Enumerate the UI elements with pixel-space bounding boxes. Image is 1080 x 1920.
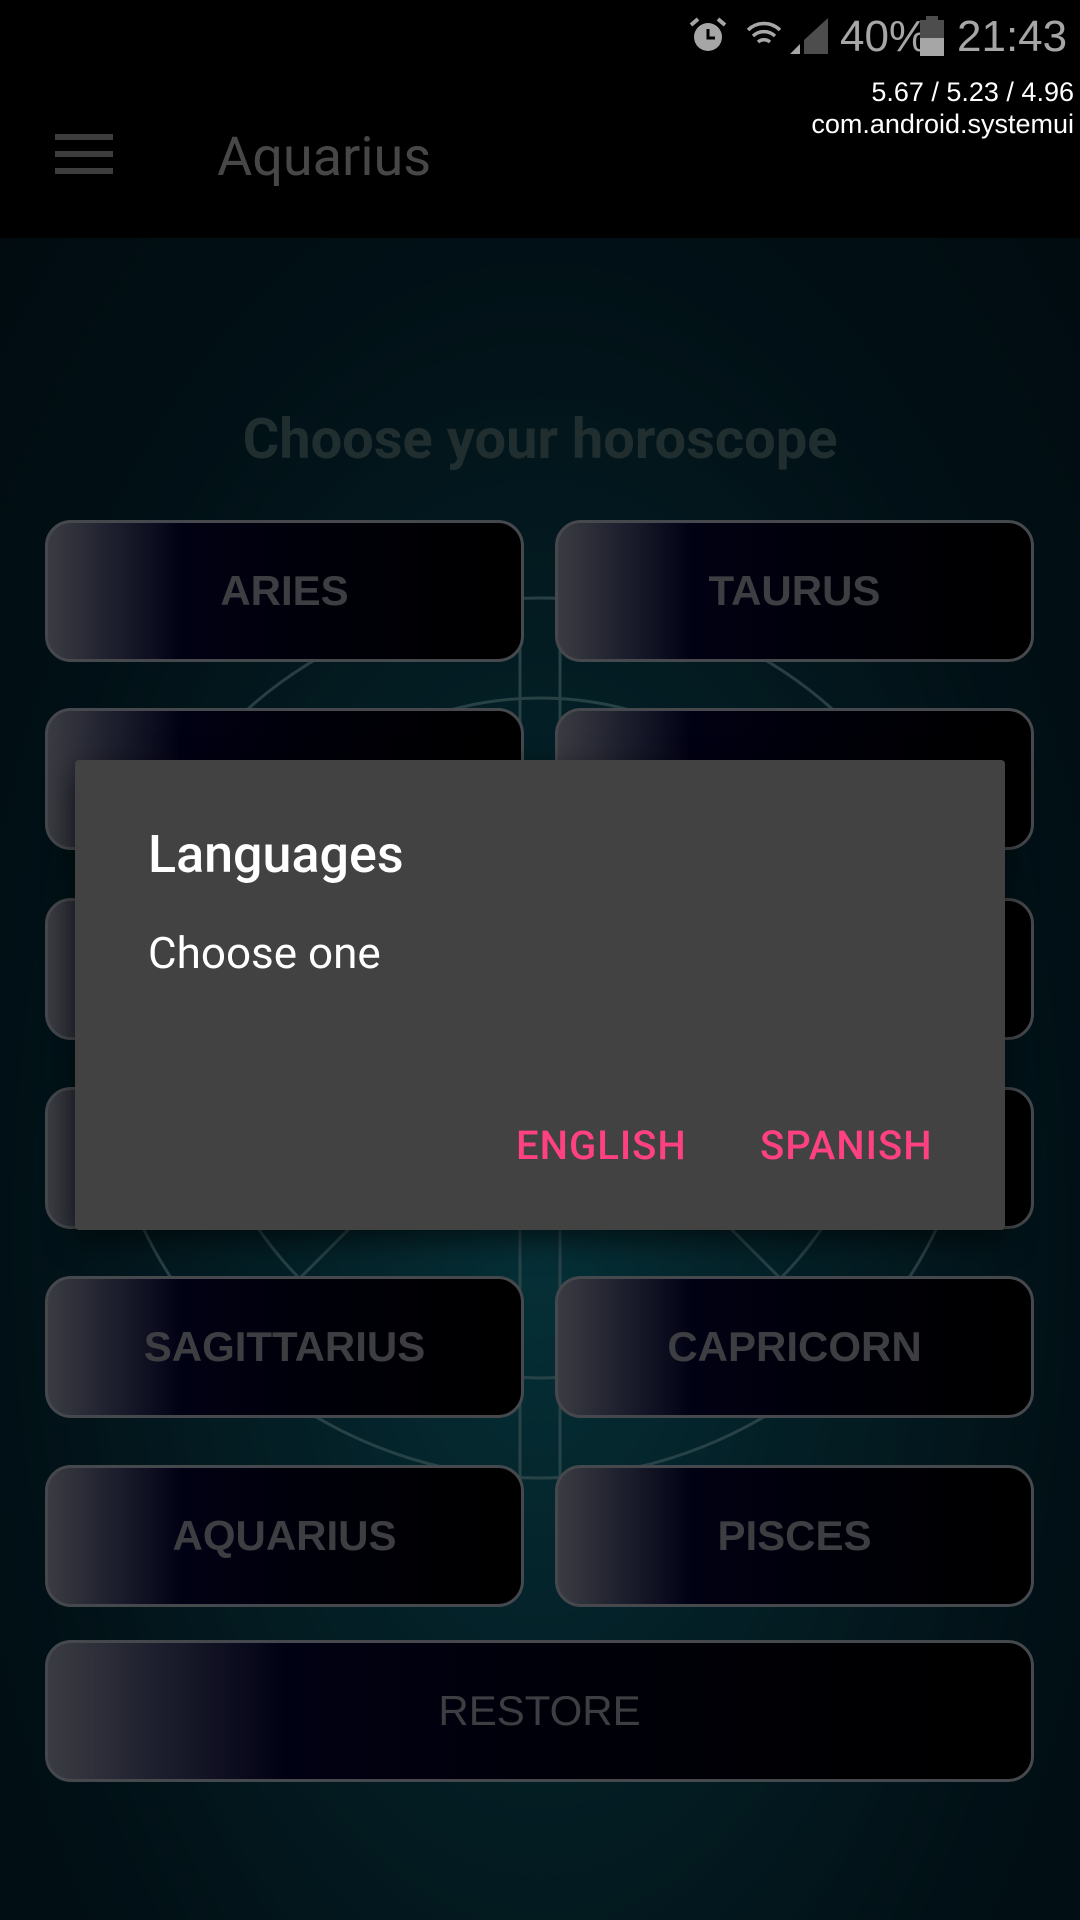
dialog-message: Choose one xyxy=(148,927,381,979)
english-button[interactable]: ENGLISH xyxy=(516,1122,687,1169)
languages-dialog: Languages Choose one ENGLISH SPANISH xyxy=(75,760,1005,1230)
process-name: com.android.systemui xyxy=(811,109,1074,139)
spanish-button[interactable]: SPANISH xyxy=(760,1122,933,1169)
debug-overlay: 5.67 / 5.23 / 4.96 com.android.systemui xyxy=(811,76,1074,140)
load-average: 5.67 / 5.23 / 4.96 xyxy=(871,77,1074,107)
dialog-title: Languages xyxy=(148,824,404,885)
